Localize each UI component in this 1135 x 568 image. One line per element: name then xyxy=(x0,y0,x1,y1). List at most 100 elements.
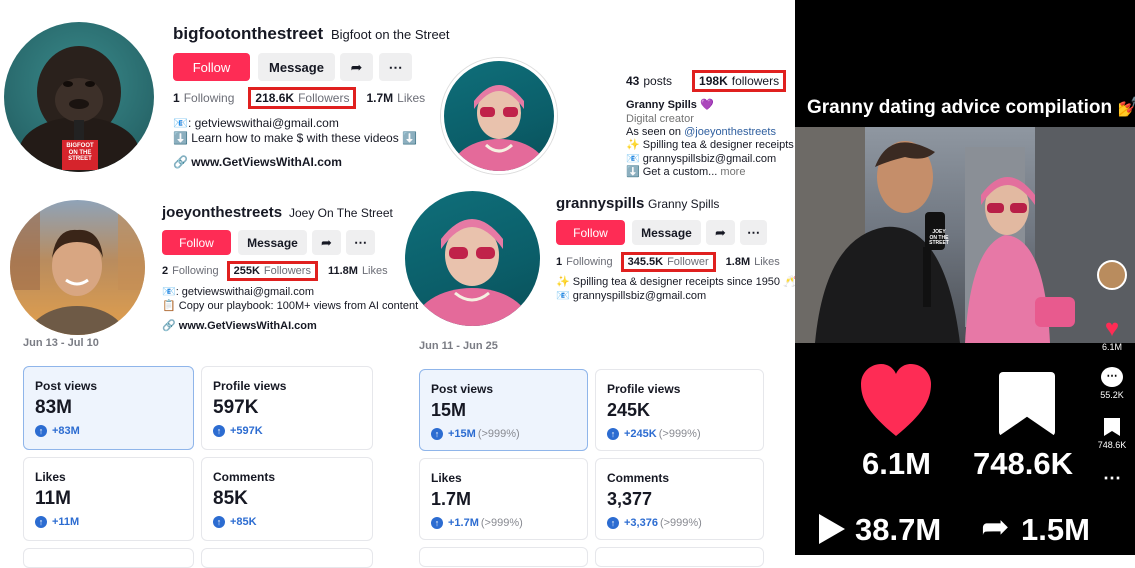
profile3-followers-label[interactable]: followers xyxy=(732,74,779,88)
profile4-message-button[interactable]: Message xyxy=(632,220,701,245)
card-delta-pct: (>999%) xyxy=(659,517,702,529)
creator-avatar[interactable] xyxy=(1097,260,1127,290)
profile4-more-button[interactable]: ⋯ xyxy=(740,220,767,245)
profile4-stats: 1 Following 345.5K Follower 1.8M Likes xyxy=(556,252,794,272)
profile1-message-button[interactable]: Message xyxy=(258,53,335,81)
more-icon: ⋯ xyxy=(747,224,760,240)
profile1-likes-label: Likes xyxy=(397,91,426,105)
profile2-follow-button[interactable]: Follow xyxy=(162,230,231,255)
profile4-following-label[interactable]: Following xyxy=(566,256,612,268)
mic-flag: BIGFOOT ON THE STREET xyxy=(62,140,98,170)
profile3-seen-handle[interactable]: @joeyonthestreets xyxy=(684,126,776,138)
card-title: Comments xyxy=(607,471,670,485)
profile3-bio-line1: ✨ Spilling tea & designer receipts xyxy=(626,139,794,151)
card-title: Profile views xyxy=(213,379,287,393)
card-title: Likes xyxy=(431,471,462,485)
profile2-stats: 2 Following 255K Followers 11.8M Likes xyxy=(162,261,402,281)
big-saves-count: 748.6K xyxy=(973,446,1073,481)
analytics-left-card-partial-1 xyxy=(23,548,194,568)
heart-shape xyxy=(861,364,931,436)
arrow-up-icon: ↑ xyxy=(35,516,47,528)
profile1-following-label[interactable]: Following xyxy=(184,91,235,105)
link-icon: 🔗 xyxy=(162,320,176,332)
profile2-link-text[interactable]: www.GetViewsWithAI.com xyxy=(179,320,317,332)
share-icon: ➦ xyxy=(715,224,726,240)
more-options-icon[interactable]: ⋯ xyxy=(1100,468,1124,489)
analytics-left-card-profile-views[interactable]: Profile views 597K ↑ +597K xyxy=(201,366,373,450)
profile1-stats: 1 Following 218.6K Followers 1.7M Likes xyxy=(173,87,439,109)
video-frame[interactable]: JOEY ON THE STREET xyxy=(795,127,1135,343)
analytics-left-card-post-views[interactable]: Post views 83M ↑ +83M xyxy=(23,366,194,450)
bookmark-icon[interactable] xyxy=(1104,418,1120,436)
profile1-followers-count: 218.6K xyxy=(255,91,295,105)
share-icon: ➦ xyxy=(321,234,332,250)
card-title: Post views xyxy=(431,382,494,396)
card-title: Likes xyxy=(35,470,66,484)
profile2-followers-count: 255K xyxy=(233,265,260,277)
big-bookmark-icon xyxy=(999,372,1055,436)
card-value: 15M xyxy=(431,400,467,420)
card-title: Post views xyxy=(35,379,98,393)
analytics-right-card-partial-2 xyxy=(595,547,764,567)
comment-icon[interactable]: ⋯ xyxy=(1101,367,1123,387)
profile3-name: Granny Spills 💜 xyxy=(626,99,714,111)
analytics-left-card-likes[interactable]: Likes 11M ↑ +11M xyxy=(23,457,194,541)
profile2-likes-count: 11.8M xyxy=(327,265,358,277)
arrow-up-icon: ↑ xyxy=(431,428,443,440)
card-title: Comments xyxy=(213,470,276,484)
profile1-share-button[interactable]: ➦ xyxy=(340,53,373,81)
grannyspills-avatar[interactable] xyxy=(405,191,540,326)
link-icon: 🔗 xyxy=(173,155,188,169)
arrow-up-icon: ↑ xyxy=(213,425,225,437)
profile3-stats: 43 posts 198K followers xyxy=(626,70,796,92)
profile3-bio-line2: 📧 grannyspillsbiz@gmail.com xyxy=(626,153,777,165)
big-heart-icon xyxy=(859,362,933,438)
granny-ig-avatar[interactable] xyxy=(441,58,557,174)
profile2-username: joeyonthestreets xyxy=(162,204,283,221)
profile2-nickname: Joey On The Street xyxy=(289,206,393,220)
bigfoot-avatar[interactable]: BIGFOOT ON THE STREET xyxy=(4,22,154,172)
side-comments-count: 55.2K xyxy=(1100,390,1124,400)
profile3-more-link[interactable]: more xyxy=(720,166,745,178)
analytics-right-card-comments[interactable]: Comments 3,377 ↑ +3,376 (>999%) xyxy=(595,458,764,540)
card-delta-value: +597K xyxy=(230,425,263,437)
play-icon xyxy=(819,514,845,544)
big-plays-count: 38.7M xyxy=(855,512,942,547)
video-panel[interactable]: Granny dating advice compilation 💅 JOEY … xyxy=(795,0,1135,555)
profile2-following-count: 2 xyxy=(162,265,169,277)
card-value: 11M xyxy=(35,488,71,509)
granny-illustration xyxy=(451,85,547,171)
card-delta-value: +85K xyxy=(230,516,257,528)
profile2-following-label[interactable]: Following xyxy=(172,265,218,277)
analytics-right-card-profile-views[interactable]: Profile views 245K ↑ +245K (>999%) xyxy=(595,369,764,451)
profile1-followers-label[interactable]: Followers xyxy=(298,91,349,105)
profile2-more-button[interactable]: ⋯ xyxy=(346,230,375,255)
profile2-likes-label: Likes xyxy=(361,265,388,277)
profile2-followers-label[interactable]: Followers xyxy=(264,265,311,277)
profile3-bio-line3: ⬇️ Get a custom... more xyxy=(626,166,745,180)
profile1-more-button[interactable]: ⋯ xyxy=(379,53,412,81)
profile1-link-text[interactable]: www.GetViewsWithAI.com xyxy=(191,155,342,169)
profile4-nickname: Granny Spills xyxy=(648,197,720,211)
joey-avatar[interactable] xyxy=(10,200,145,335)
profile2-share-button[interactable]: ➦ xyxy=(312,230,341,255)
mic-label-text: JOEY ON THE STREET xyxy=(929,229,949,246)
heart-icon[interactable]: ♥ xyxy=(1098,316,1126,342)
profile4-follow-button[interactable]: Follow xyxy=(556,220,625,245)
profile1-follow-button[interactable]: Follow xyxy=(173,53,250,81)
profile2-link[interactable]: 🔗 www.GetViewsWithAI.com xyxy=(162,320,317,334)
card-value: 245K xyxy=(607,400,651,420)
profile2-message-button[interactable]: Message xyxy=(238,230,307,255)
card-delta-value: +3,376 xyxy=(624,517,658,529)
analytics-right-date-range: Jun 11 - Jun 25 xyxy=(419,340,498,352)
profile3-followers-highlight: 198K followers xyxy=(692,70,787,92)
analytics-right-card-likes[interactable]: Likes 1.7M ↑ +1.7M (>999%) xyxy=(419,458,588,540)
profile4-share-button[interactable]: ➦ xyxy=(706,220,735,245)
card-value: 3,377 xyxy=(607,489,653,509)
analytics-left-card-comments[interactable]: Comments 85K ↑ +85K xyxy=(201,457,373,541)
profile4-followers-label[interactable]: Follower xyxy=(667,256,709,268)
profile4-followers-count: 345.5K xyxy=(627,256,664,268)
profile1-likes-count: 1.7M xyxy=(366,91,394,105)
profile1-link[interactable]: 🔗 www.GetViewsWithAI.com xyxy=(173,155,342,170)
analytics-right-card-post-views[interactable]: Post views 15M ↑ +15M (>999%) xyxy=(419,369,588,451)
